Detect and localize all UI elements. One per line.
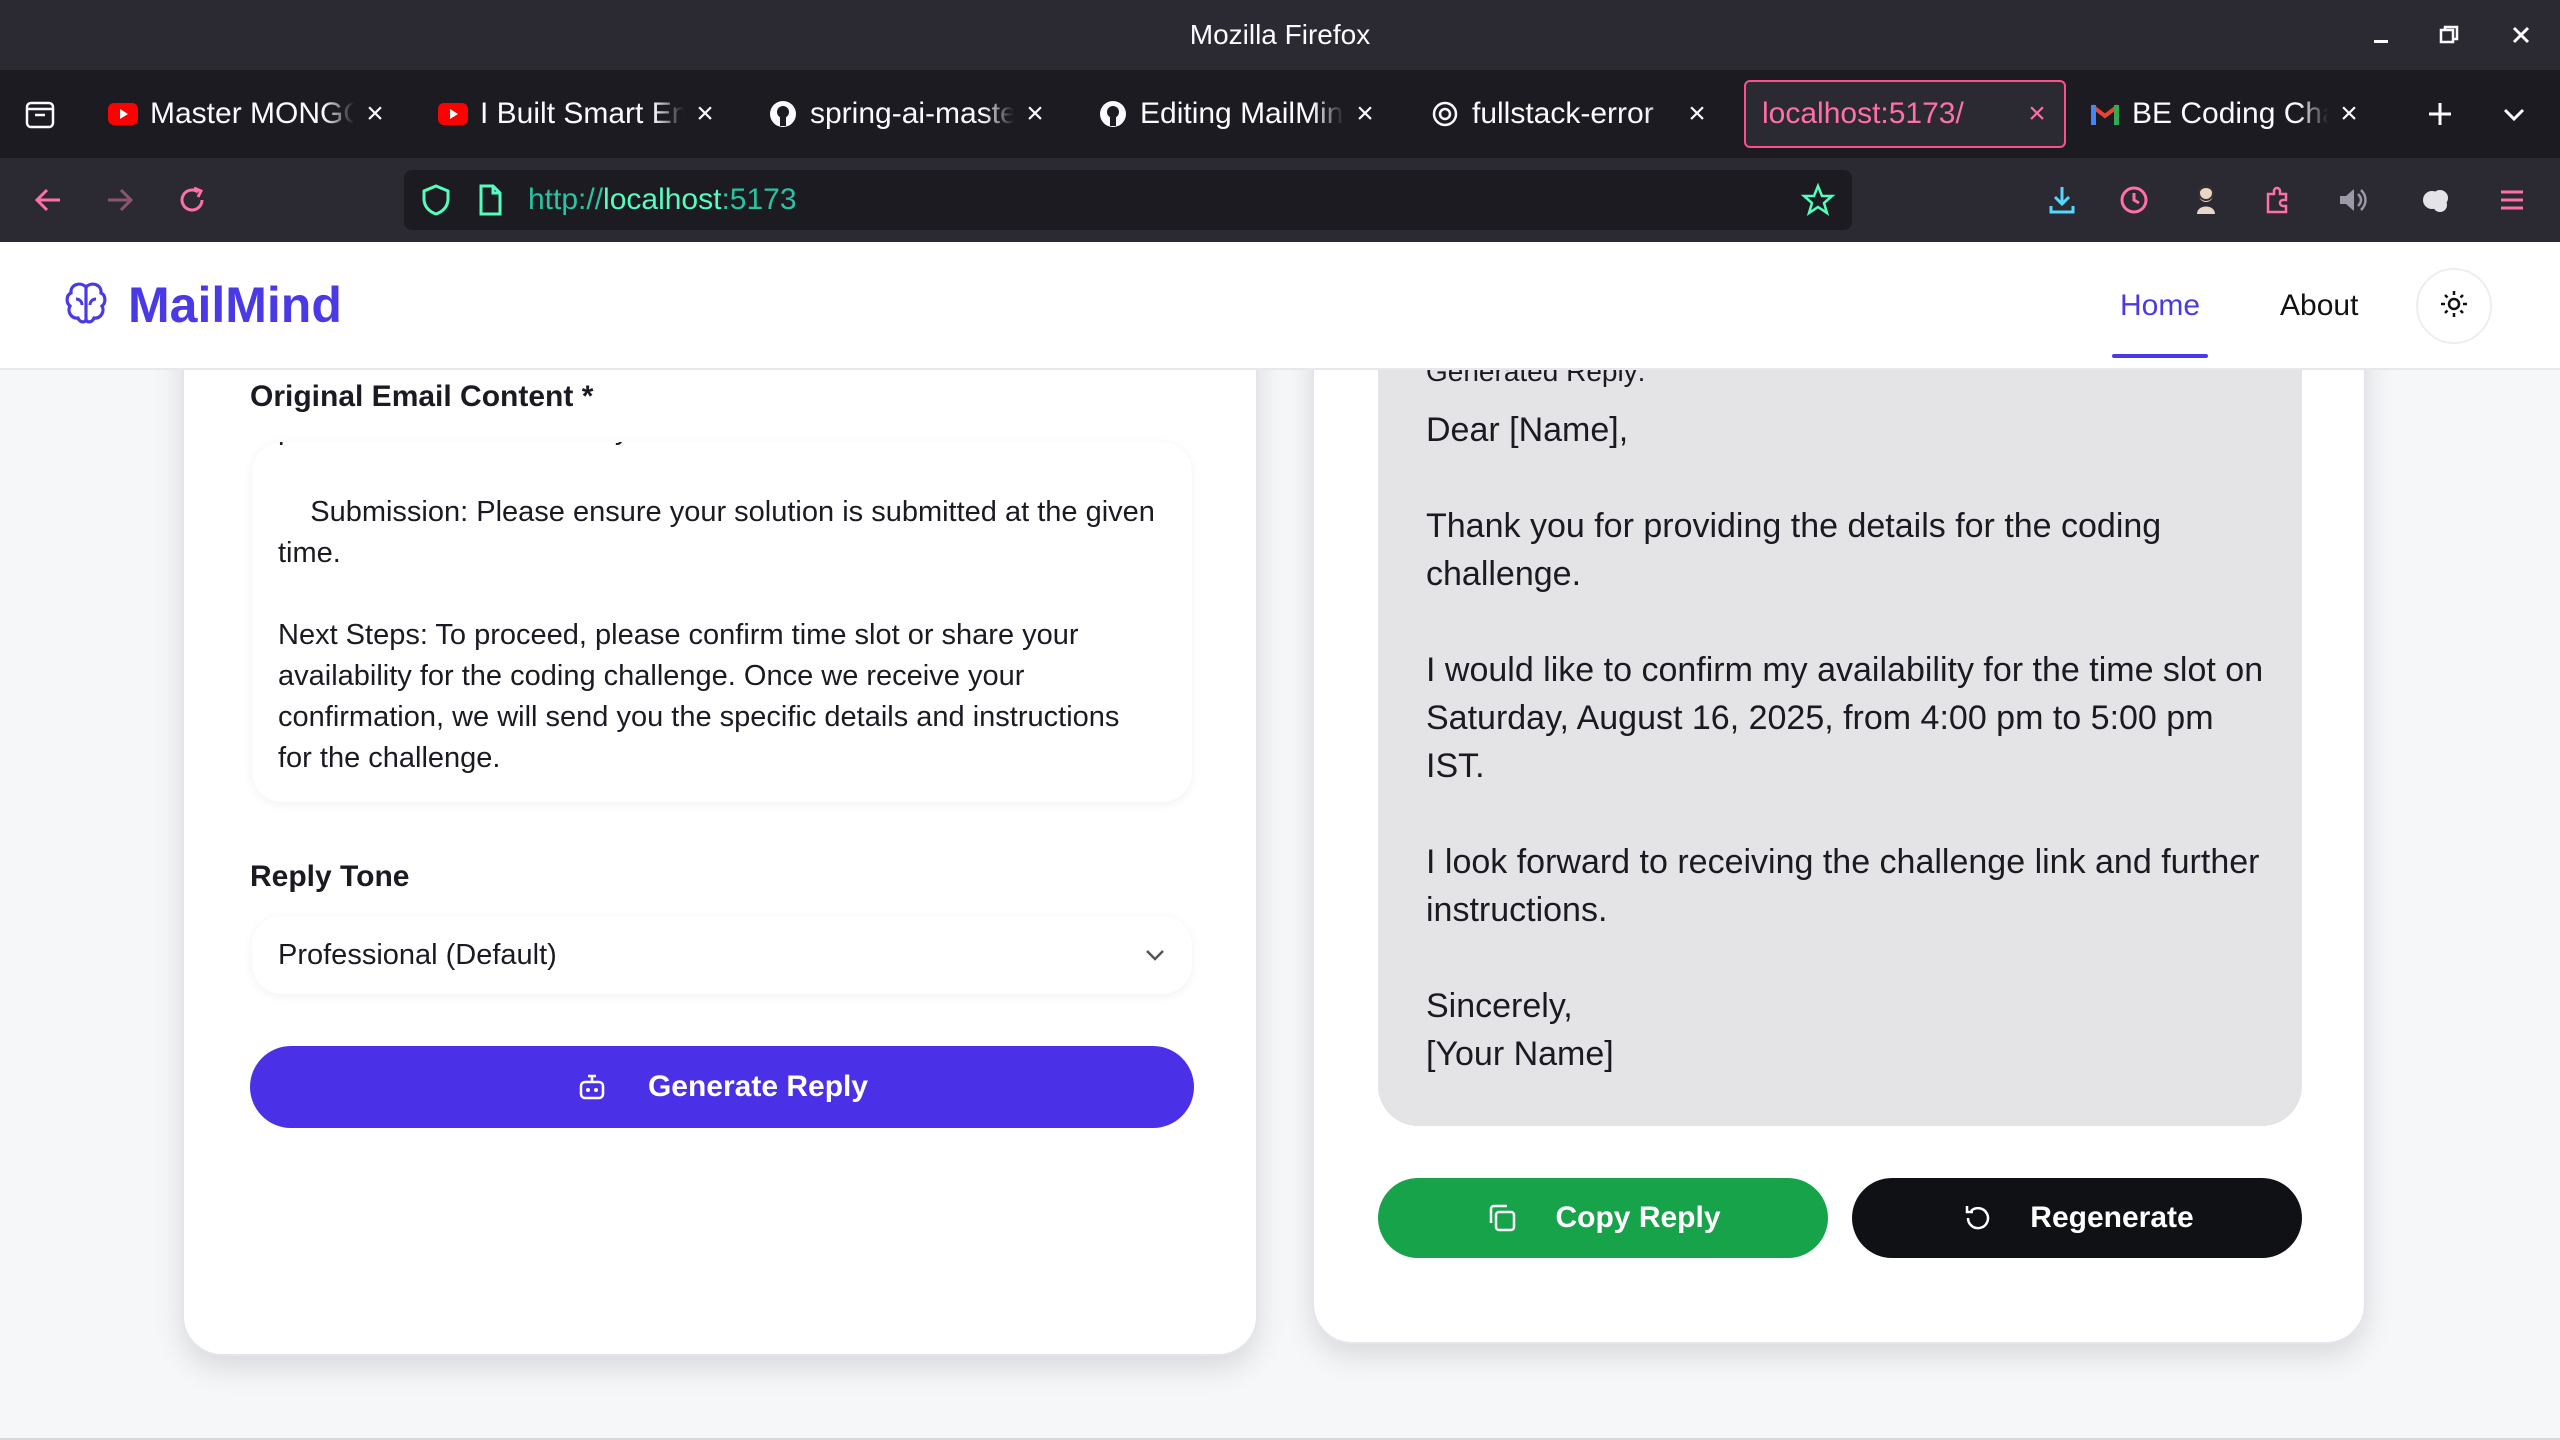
navigation-toolbar: http://localhost:5173 (0, 158, 2560, 242)
reply-card: Generated Reply: Dear [Name], Thank you … (1312, 302, 2366, 1344)
email-content-label: Original Email Content * (250, 380, 594, 413)
account-avatar-icon[interactable] (2184, 178, 2228, 222)
close-tab-icon[interactable]: × (1020, 97, 1050, 131)
copy-reply-label: Copy Reply (1555, 1201, 1721, 1234)
url-text[interactable]: http://localhost:5173 (528, 170, 797, 230)
tab-bar: Master MONGO × I Built Smart Em × spring… (0, 70, 2560, 158)
close-window-button[interactable] (2504, 18, 2538, 52)
github-icon (1098, 99, 1128, 129)
shield-icon[interactable] (418, 182, 454, 223)
reply-tone-value: Professional (Default) (278, 939, 557, 971)
gmail-icon (2090, 99, 2120, 129)
bot-icon (576, 1071, 608, 1103)
generate-reply-button[interactable]: Generate Reply (250, 1046, 1194, 1128)
firefox-view-icon[interactable] (18, 92, 62, 136)
brand-name: MailMind (128, 277, 342, 333)
chevron-down-icon (1142, 942, 1168, 968)
nav-active-indicator (2112, 354, 2208, 358)
bookmark-star-icon[interactable] (1800, 182, 1836, 223)
window-title: Mozilla Firefox (1189, 19, 1371, 50)
window-titlebar: Mozilla Firefox (0, 0, 2560, 70)
tab-label: localhost:5173/ (1762, 97, 1964, 130)
restore-window-button[interactable] (2432, 18, 2466, 52)
regenerate-button[interactable]: Regenerate (1852, 1178, 2302, 1258)
downloads-icon[interactable] (2040, 178, 2084, 222)
extensions-icon[interactable] (2256, 178, 2300, 222)
generated-reply-text: Dear [Name], Thank you for providing the… (1426, 411, 2264, 1073)
tab-editing-mailmind[interactable]: Editing MailMin × (1082, 80, 1392, 148)
reload-icon[interactable] (170, 178, 214, 222)
tab-spring-ai[interactable]: spring-ai-maste × (752, 80, 1062, 148)
brain-icon (62, 279, 110, 332)
regenerate-label: Regenerate (2030, 1201, 2194, 1234)
github-icon (768, 99, 798, 129)
close-tab-icon[interactable]: × (690, 97, 720, 131)
url-bar[interactable]: http://localhost:5173 (404, 170, 1852, 230)
youtube-icon (108, 99, 138, 129)
tab-label: BE Coding Chal (2132, 97, 2328, 130)
close-tab-icon[interactable]: × (1350, 97, 1380, 131)
brand-logo[interactable]: MailMind (62, 272, 342, 338)
history-icon[interactable] (2112, 178, 2156, 222)
theme-toggle-button[interactable] (2416, 268, 2492, 344)
close-tab-icon[interactable]: × (1682, 97, 1712, 131)
speaker-icon[interactable] (2330, 178, 2374, 222)
page-icon[interactable] (472, 182, 508, 223)
app-viewport: MailMind Home About Original Email Conte… (0, 242, 2560, 1440)
copy-reply-button[interactable]: Copy Reply (1378, 1178, 1828, 1258)
email-content-textarea[interactable]: provided once we receive your confirmed … (252, 442, 1192, 802)
close-tab-icon[interactable]: × (2022, 97, 2052, 131)
rotate-icon (1960, 1201, 1994, 1235)
back-icon[interactable] (26, 178, 70, 222)
close-tab-icon[interactable]: × (360, 97, 390, 131)
sun-icon (2438, 288, 2470, 325)
close-tab-icon[interactable]: × (2334, 97, 2364, 131)
tab-label: fullstack-error (1472, 97, 1654, 130)
nav-about-link[interactable]: About (2280, 278, 2358, 334)
tab-master-mongo[interactable]: Master MONGO × (92, 80, 402, 148)
tab-be-coding-challenge[interactable]: BE Coding Chal × (2074, 80, 2376, 148)
copy-icon (1485, 1201, 1519, 1235)
youtube-icon (438, 99, 468, 129)
tab-fullstack-error[interactable]: fullstack-error × (1414, 80, 1724, 148)
menu-icon[interactable] (2490, 178, 2534, 222)
generated-reply-box: Generated Reply: Dear [Name], Thank you … (1378, 308, 2302, 1126)
tab-label: spring-ai-maste (810, 97, 1014, 130)
tab-label: Editing MailMin (1140, 97, 1344, 130)
nav-home-link[interactable]: Home (2120, 278, 2200, 334)
reply-tone-select[interactable]: Professional (Default) (252, 916, 1192, 994)
minimize-window-button[interactable] (2364, 18, 2398, 52)
tab-label: I Built Smart Em (480, 97, 684, 130)
list-all-tabs-icon[interactable] (2492, 92, 2536, 136)
app-header: MailMind Home About (0, 242, 2560, 370)
forward-icon[interactable] (98, 178, 142, 222)
tab-localhost[interactable]: localhost:5173/ × (1744, 80, 2066, 148)
openai-icon (1430, 99, 1460, 129)
generate-reply-label: Generate Reply (647, 1070, 869, 1103)
new-tab-icon[interactable] (2418, 92, 2462, 136)
reply-tone-label: Reply Tone (250, 860, 410, 893)
email-content-text: provided once we receive your confirmed … (278, 442, 1155, 774)
email-form-card: Original Email Content * provided once w… (182, 302, 1258, 1356)
tab-smart-email[interactable]: I Built Smart Em × (422, 80, 732, 148)
tab-label: Master MONGO (150, 97, 354, 130)
extension-cloud-icon[interactable] (2414, 178, 2458, 222)
